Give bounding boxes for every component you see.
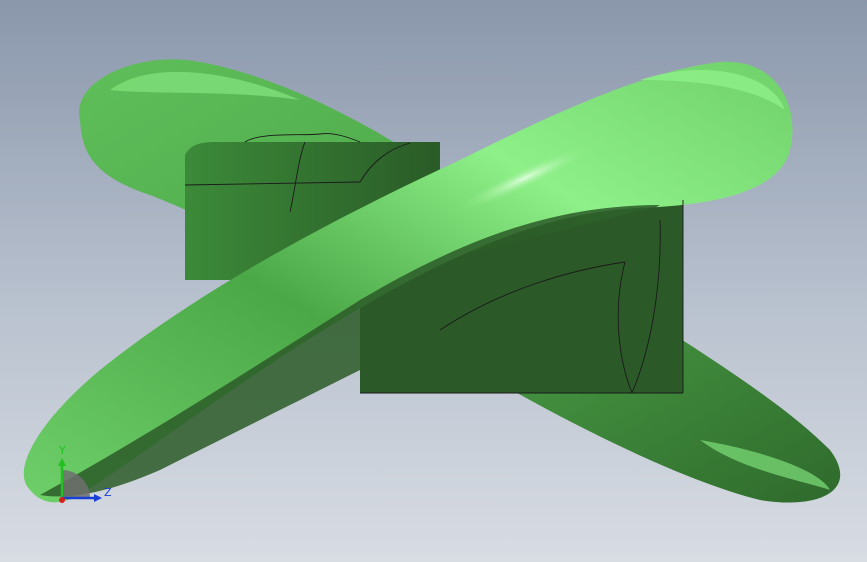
triad-quadrant [62, 470, 90, 498]
3d-model-view[interactable] [0, 0, 867, 562]
x-axis-dot [59, 497, 65, 503]
z-axis-arrow [94, 494, 102, 502]
y-axis-arrow [58, 458, 66, 466]
graphics-viewport[interactable]: Y Z [0, 0, 867, 562]
coordinate-triad: Y Z [58, 444, 112, 503]
z-axis-label: Z [104, 486, 112, 499]
y-axis-label: Y [58, 444, 66, 457]
